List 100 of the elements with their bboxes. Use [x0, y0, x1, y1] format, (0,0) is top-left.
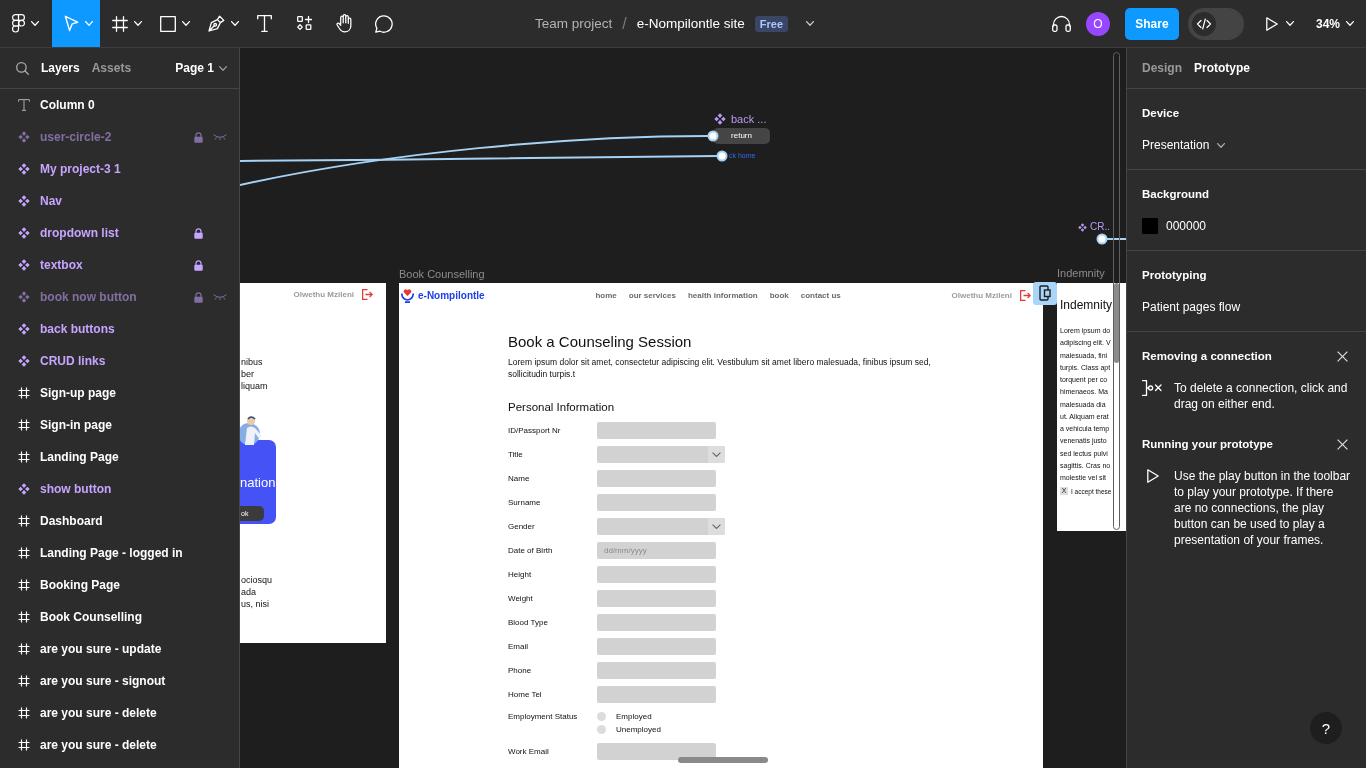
connection-handle[interactable]	[1096, 233, 1108, 245]
component-icon	[1078, 222, 1087, 232]
hash-icon	[18, 547, 30, 559]
logo-icon	[12, 14, 25, 33]
disconnect-icon	[1142, 380, 1162, 396]
input-field[interactable]	[597, 638, 716, 655]
tip-title: Running your prototype	[1142, 438, 1273, 450]
dev-mode-toggle[interactable]	[1187, 7, 1244, 40]
nav-link[interactable]: our services	[628, 290, 676, 300]
input-field[interactable]	[597, 614, 716, 631]
panel-tab[interactable]: Design	[1142, 61, 1182, 75]
close-icon[interactable]	[1337, 438, 1348, 450]
component-icon	[18, 227, 30, 239]
input-field[interactable]	[597, 662, 716, 679]
chevron-icon	[712, 524, 721, 529]
layer-item[interactable]: Sign-in page	[0, 409, 239, 441]
connection-line[interactable]	[240, 135, 709, 186]
zoom-menu[interactable]: 34%	[1311, 7, 1358, 40]
caret-icon	[1285, 21, 1294, 26]
lock-icon[interactable]	[194, 131, 203, 143]
file-name[interactable]: e-Nompilontle site	[636, 16, 745, 31]
nav-link[interactable]: contact us	[800, 290, 841, 300]
caret-icon[interactable]	[806, 21, 815, 26]
panel-tab[interactable]: Layers	[41, 61, 80, 75]
layer-item[interactable]: show button	[0, 473, 239, 505]
input-field[interactable]	[597, 470, 716, 487]
logout-icon	[1020, 289, 1031, 301]
play-icon	[1147, 469, 1159, 483]
field-label: Blood Type	[508, 618, 549, 627]
hex-value[interactable]: 000000	[1166, 219, 1207, 233]
color-swatch-icon[interactable]	[1142, 218, 1158, 234]
input-field[interactable]	[597, 743, 716, 760]
closed-eye-icon[interactable]	[213, 294, 227, 300]
layer-item[interactable]: dropdown list	[0, 217, 239, 249]
layer-item[interactable]: are you sure - update	[0, 633, 239, 665]
headphones-icon[interactable]	[1051, 15, 1071, 32]
input-field[interactable]	[597, 494, 716, 511]
radio-button[interactable]	[597, 712, 606, 721]
layer-item[interactable]: are you sure - delete	[0, 697, 239, 729]
layer-item[interactable]: Sign-up page	[0, 377, 239, 409]
flow-item[interactable]: Patient pages flow	[1142, 299, 1241, 315]
lock-icon[interactable]	[194, 259, 203, 271]
layer-item[interactable]: Column 0	[0, 89, 239, 121]
frame-label[interactable]: Book Counselling	[399, 267, 485, 281]
layer-item[interactable]: Booking Page	[0, 569, 239, 601]
lock-icon[interactable]	[194, 291, 203, 303]
field-label: Employment Status	[508, 711, 579, 723]
help-button[interactable]: ?	[1310, 712, 1342, 744]
input-field[interactable]	[597, 566, 716, 583]
input-field[interactable]	[597, 422, 716, 439]
layer-item[interactable]: Nav	[0, 185, 239, 217]
layer-item[interactable]: Landing Page	[0, 441, 239, 473]
nav-link[interactable]: health information	[687, 290, 758, 300]
code-icon	[1191, 11, 1216, 36]
layer-item[interactable]: Dashboard	[0, 505, 239, 537]
layer-item[interactable]: My project-3 1	[0, 153, 239, 185]
page-selector[interactable]: Page 1	[175, 61, 227, 75]
user-avatar[interactable]: O	[1085, 11, 1110, 36]
nav-link[interactable]: book	[769, 290, 789, 300]
connection-handle[interactable]	[707, 130, 719, 142]
return-button[interactable]: return	[713, 128, 770, 144]
device-dropdown[interactable]: Presentation	[1142, 137, 1226, 153]
component-label[interactable]: CR..	[1090, 220, 1110, 234]
search-icon[interactable]	[16, 61, 29, 75]
layer-item[interactable]: CRUD links	[0, 345, 239, 377]
component-icon	[18, 195, 30, 207]
lock-icon[interactable]	[194, 227, 203, 239]
connection-line[interactable]	[240, 155, 718, 162]
team-name[interactable]: Team project	[535, 16, 613, 31]
section-heading: Personal Information	[508, 400, 616, 414]
layer-item[interactable]: textbox	[0, 249, 239, 281]
breadcrumb-separator: /	[622, 14, 627, 33]
device-icon[interactable]	[1033, 282, 1057, 305]
scrollbar-thumb[interactable]	[678, 757, 768, 763]
layer-item[interactable]: Landing Page - logged in	[0, 537, 239, 569]
nav-link[interactable]: home	[595, 290, 617, 300]
connection-handle[interactable]	[716, 150, 728, 162]
input-field[interactable]	[597, 590, 716, 607]
layer-item[interactable]: are you sure - signout	[0, 665, 239, 697]
input-field[interactable]	[597, 686, 716, 703]
dropdown-field[interactable]	[597, 446, 725, 463]
component-label[interactable]: back ...	[731, 112, 767, 126]
layer-item[interactable]: are you sure - delete	[0, 729, 239, 761]
panel-tab[interactable]: Prototype	[1194, 61, 1251, 75]
field-label: Date of Birth	[508, 546, 554, 555]
field-label: Weight	[508, 594, 534, 603]
closed-eye-icon[interactable]	[213, 134, 227, 140]
dropdown-field[interactable]	[597, 518, 725, 535]
frame-label[interactable]: Indemnity	[1057, 266, 1105, 280]
tip-title: Removing a connection	[1142, 350, 1272, 362]
panel-tab[interactable]: Assets	[91, 61, 132, 75]
component-icon	[18, 355, 30, 367]
close-icon[interactable]	[1337, 350, 1348, 362]
page-heading: Indemnity	[1059, 297, 1114, 314]
layer-item[interactable]: Book Counselling	[0, 601, 239, 633]
brand-name: e-Nompilontle	[418, 289, 485, 301]
layer-item[interactable]: back buttons	[0, 313, 239, 345]
hash-icon	[18, 387, 30, 399]
radio-button[interactable]	[597, 725, 606, 734]
scrollbar-thumb[interactable]	[1114, 283, 1119, 363]
